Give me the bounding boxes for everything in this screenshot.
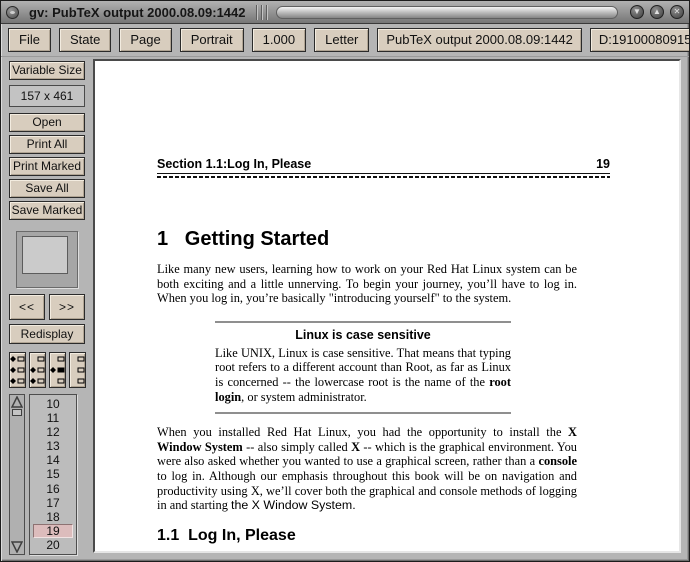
paragraph-1: Like many new users, learning how to wor… [157, 262, 577, 306]
document-viewport: Section 1.1:Log In, Please 19 1 Getting … [93, 59, 681, 553]
toolbar: File State Page Portrait 1.000 Letter Pu… [1, 24, 689, 57]
scroll-up-icon[interactable] [11, 396, 23, 408]
page-canvas[interactable]: Section 1.1:Log In, Please 19 1 Getting … [95, 61, 679, 551]
pan-locator-view-rect[interactable] [22, 236, 68, 274]
note-rule-bottom [215, 412, 511, 414]
variable-size-button[interactable]: Variable Size [9, 61, 85, 80]
titlebar-ridges-icon [256, 5, 270, 20]
page-list-item[interactable]: 10 [33, 397, 73, 411]
print-marked-button[interactable]: Print Marked [9, 157, 85, 176]
page-list[interactable]: 1011121314151617181920 [29, 394, 77, 555]
page-list-item[interactable]: 14 [33, 453, 73, 467]
mark-following-pages-icon[interactable] [29, 352, 46, 388]
note-body: Like UNIX, Linux is case sensitive. That… [215, 346, 511, 404]
document-date-button[interactable]: D:191000809150353 [590, 28, 690, 52]
note-rule-top [215, 321, 511, 323]
mark-buttons [9, 352, 87, 388]
print-all-button[interactable]: Print All [9, 135, 85, 154]
page-list-item[interactable]: 13 [33, 439, 73, 453]
maximize-icon[interactable]: ▲ [650, 5, 664, 19]
media-button[interactable]: Letter [314, 28, 369, 52]
header-rule-dashed [157, 176, 610, 178]
save-all-button[interactable]: Save All [9, 179, 85, 198]
window-menu-icon[interactable] [6, 6, 19, 19]
unmark-all-pages-icon[interactable] [69, 352, 86, 388]
mark-current-page-icon[interactable] [49, 352, 66, 388]
prev-page-button[interactable]: << [9, 294, 45, 320]
page-list-item[interactable]: 20 [33, 538, 73, 552]
gv-window: gv: PubTeX output 2000.08.09:1442 ▼ ▲ ✕ … [0, 0, 690, 562]
pan-locator[interactable] [16, 231, 78, 288]
section-heading: 1.1 Log In, Please [157, 527, 577, 545]
mark-all-pages-icon[interactable] [9, 352, 26, 388]
running-header: Section 1.1:Log In, Please 19 [157, 157, 610, 173]
page-size-display: 157 x 461 [9, 85, 85, 107]
sidebar: Variable Size 157 x 461 Open Print All P… [1, 57, 91, 561]
header-rule-solid [157, 173, 610, 174]
state-menu-button[interactable]: State [59, 28, 111, 52]
file-menu-button[interactable]: File [8, 28, 51, 52]
scale-button[interactable]: 1.000 [252, 28, 307, 52]
scroll-down-icon[interactable] [11, 541, 23, 553]
page-list-item[interactable]: 15 [33, 467, 73, 481]
page-list-item[interactable]: 18 [33, 510, 73, 524]
page-menu-button[interactable]: Page [119, 28, 171, 52]
page-list-scrollbar[interactable] [9, 394, 25, 555]
note-box: Linux is case sensitive Like UNIX, Linux… [215, 321, 511, 414]
open-button[interactable]: Open [9, 113, 85, 132]
titlebar-drag-handle[interactable] [276, 6, 619, 19]
page-list-item[interactable]: 17 [33, 496, 73, 510]
window-title: gv: PubTeX output 2000.08.09:1442 [25, 5, 250, 20]
scrollbar-thumb[interactable] [12, 409, 22, 416]
titlebar[interactable]: gv: PubTeX output 2000.08.09:1442 ▼ ▲ ✕ [1, 1, 689, 24]
minimize-icon[interactable]: ▼ [630, 5, 644, 19]
page-list-item[interactable]: 12 [33, 425, 73, 439]
document-title-button[interactable]: PubTeX output 2000.08.09:1442 [377, 28, 582, 52]
next-page-button[interactable]: >> [49, 294, 85, 320]
chapter-heading: 1 Getting Started [157, 228, 610, 251]
orientation-button[interactable]: Portrait [180, 28, 244, 52]
page-list-item[interactable]: 16 [33, 482, 73, 496]
page-list-item-current[interactable]: 19 [33, 524, 73, 538]
running-header-title: Section 1.1:Log In, Please [157, 157, 311, 171]
note-title: Linux is case sensitive [215, 328, 511, 342]
redisplay-button[interactable]: Redisplay [9, 324, 85, 344]
page-list-item[interactable]: 11 [33, 411, 73, 425]
paragraph-2: When you installed Red Hat Linux, you ha… [157, 425, 577, 513]
close-icon[interactable]: ✕ [670, 5, 684, 19]
running-header-pagenum: 19 [596, 157, 610, 171]
save-marked-button[interactable]: Save Marked [9, 201, 85, 220]
